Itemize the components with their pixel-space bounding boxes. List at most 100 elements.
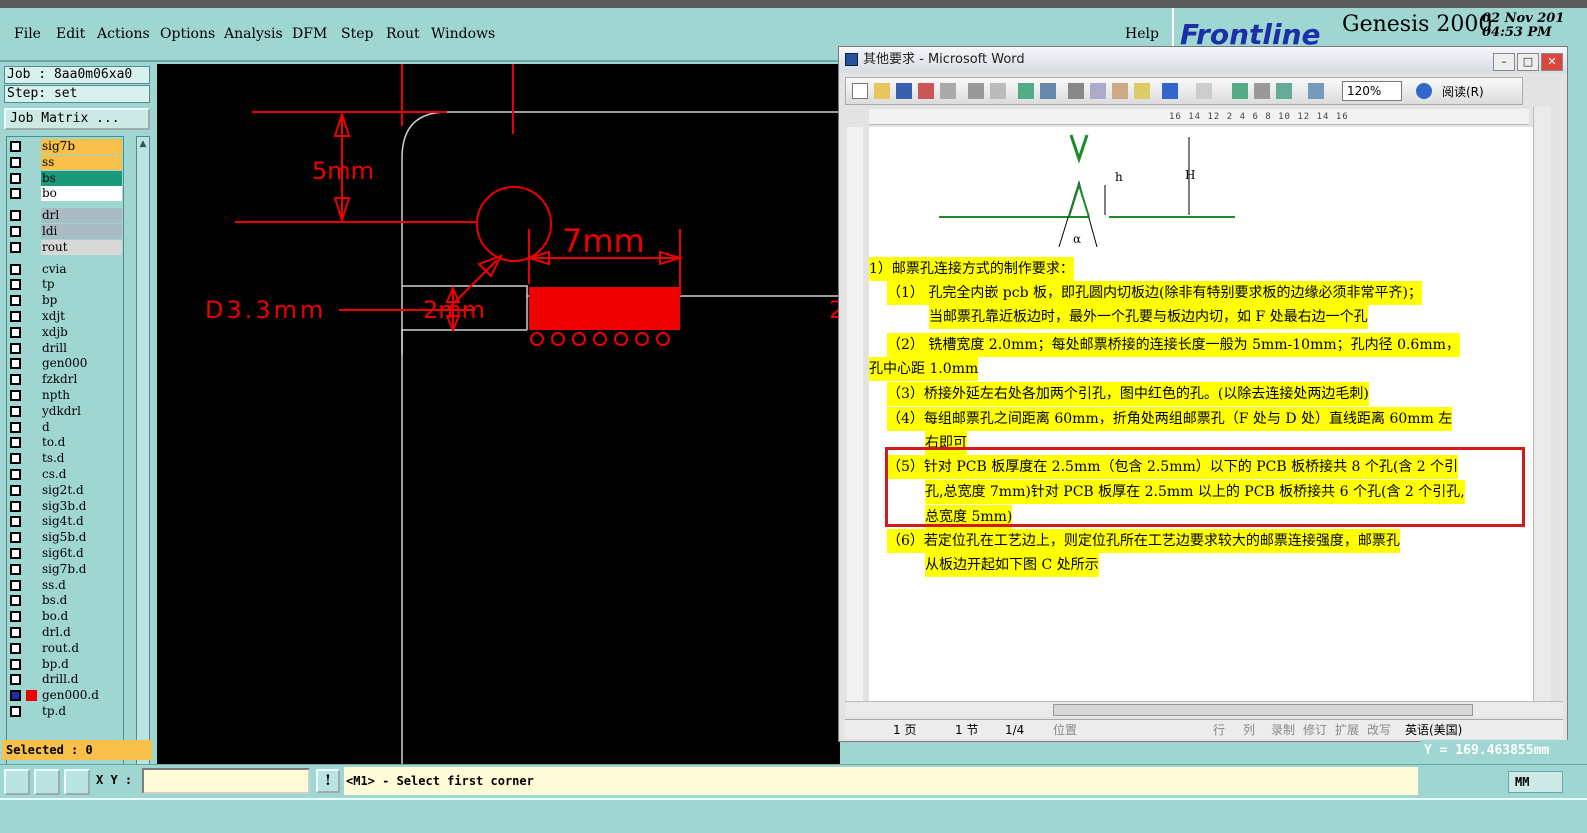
layer-row[interactable]: cvia [7, 261, 123, 277]
layer-checkbox[interactable] [10, 484, 21, 496]
layer-name[interactable]: sig7b.d [41, 561, 122, 577]
menu-analysis[interactable]: Analysis [224, 26, 283, 42]
menu-dfm[interactable]: DFM [292, 26, 327, 42]
layer-row[interactable]: sig5b.d [7, 530, 123, 546]
layer-checkbox[interactable] [10, 241, 21, 253]
layer-name[interactable]: cvia [41, 261, 122, 277]
layer-name[interactable]: ts.d [41, 451, 122, 467]
layer-scrollbar[interactable]: ▲ ▼ [136, 136, 150, 802]
layer-row[interactable]: drill [7, 340, 123, 356]
grid-icon[interactable] [64, 769, 90, 795]
layer-name[interactable]: xdjb [41, 324, 122, 340]
copy-icon[interactable] [1090, 83, 1106, 99]
permission-icon[interactable] [918, 83, 934, 99]
layer-checkbox[interactable] [10, 295, 21, 307]
layer-checkbox[interactable] [10, 374, 21, 386]
layer-checkbox[interactable] [10, 563, 21, 575]
minimize-icon[interactable]: – [1493, 53, 1515, 71]
layer-name[interactable]: drill [41, 340, 122, 356]
layer-row[interactable]: ts.d [7, 451, 123, 467]
graphic-canvas[interactable]: 5mm 7mm D3.3mm 2mm 2 [157, 64, 840, 764]
layer-checkbox[interactable] [10, 690, 21, 702]
alert-icon[interactable]: ! [316, 769, 340, 793]
layer-name[interactable]: npth [41, 388, 122, 403]
layer-row[interactable]: drl.d [7, 625, 123, 640]
layer-row[interactable]: ldi [7, 224, 123, 239]
layer-row[interactable]: drl [7, 208, 123, 224]
layer-checkbox[interactable] [10, 326, 21, 338]
layer-row[interactable]: rout.d [7, 640, 123, 656]
layer-checkbox[interactable] [10, 706, 21, 717]
layer-row[interactable]: ydkdrl [7, 403, 123, 419]
layer-name[interactable]: sig5b.d [41, 530, 122, 546]
layer-checkbox[interactable] [10, 532, 21, 544]
layer-name[interactable]: to.d [41, 435, 122, 451]
layer-name[interactable]: drill.d [41, 672, 122, 688]
layer-name[interactable]: ydkdrl [41, 403, 122, 419]
layer-row[interactable]: bs [7, 170, 123, 186]
menu-edit[interactable]: Edit [56, 26, 85, 42]
layer-row[interactable]: sig3b.d [7, 498, 123, 514]
layer-checkbox[interactable] [10, 188, 21, 200]
layer-row[interactable]: to.d [7, 435, 123, 451]
layer-name[interactable]: sig7b [41, 139, 122, 154]
layer-name[interactable]: tp.d [41, 704, 122, 719]
layer-checkbox[interactable] [10, 156, 21, 168]
email-icon[interactable] [940, 83, 956, 99]
layer-name[interactable]: bo.d [41, 609, 122, 625]
layer-row[interactable]: sig7b [7, 139, 123, 154]
save-icon[interactable] [896, 83, 912, 99]
cut-icon[interactable] [1068, 83, 1084, 99]
layer-name[interactable]: drl.d [41, 625, 122, 640]
status-rec[interactable]: 录制 [1271, 720, 1295, 740]
layer-name[interactable]: gen000 [41, 356, 122, 372]
paste-icon[interactable] [1112, 83, 1128, 99]
layer-checkbox[interactable] [10, 579, 21, 591]
layer-checkbox[interactable] [10, 358, 21, 370]
menu-rout[interactable]: Rout [386, 26, 420, 42]
layer-checkbox[interactable] [10, 611, 21, 623]
maximize-icon[interactable]: □ [1517, 53, 1539, 71]
word-vertical-scrollbar[interactable] [1533, 107, 1551, 701]
layer-row[interactable]: rout [7, 239, 123, 255]
hyperlink-icon[interactable] [1232, 83, 1248, 99]
layer-checkbox[interactable] [10, 421, 21, 433]
redo-icon[interactable] [1196, 83, 1212, 99]
layer-checkbox[interactable] [10, 279, 21, 291]
layer-checkbox[interactable] [10, 642, 21, 654]
layer-name[interactable]: ss.d [41, 577, 122, 593]
layer-row[interactable]: npth [7, 388, 123, 403]
print-preview-icon[interactable] [990, 83, 1006, 99]
measure-icon[interactable] [34, 769, 60, 795]
layer-name[interactable]: ss [41, 154, 122, 170]
read-mode-button[interactable]: 阅读(R) [1442, 82, 1484, 102]
layer-row[interactable]: cs.d [7, 467, 123, 482]
layer-row[interactable]: xdjt [7, 309, 123, 324]
scroll-thumb[interactable] [1053, 704, 1473, 716]
document-page[interactable]: h H α 1）邮票孔连接方式的制作要求： （1） 孔完全内嵌 pcb 板，即孔… [869, 127, 1551, 705]
layer-checkbox[interactable] [10, 674, 21, 686]
layer-row[interactable]: sig7b.d [7, 561, 123, 577]
menu-step[interactable]: Step [341, 26, 373, 42]
document-map-icon[interactable] [1308, 83, 1324, 99]
layer-checkbox[interactable] [10, 226, 21, 237]
layer-name[interactable]: bp [41, 293, 122, 309]
spelling-icon[interactable] [1018, 83, 1034, 99]
zoom-select[interactable]: 120% [1342, 81, 1402, 101]
layer-name[interactable]: drl [41, 208, 122, 224]
status-ovr[interactable]: 改写 [1367, 720, 1391, 740]
layer-name[interactable]: bs.d [41, 593, 122, 609]
layer-checkbox[interactable] [10, 390, 21, 401]
layer-name[interactable]: cs.d [41, 467, 122, 482]
format-painter-icon[interactable] [1134, 83, 1150, 99]
layer-name[interactable]: bo [41, 186, 122, 202]
menu-options[interactable]: Options [160, 26, 215, 42]
layer-checkbox[interactable] [10, 516, 21, 528]
layer-name[interactable]: sig6t.d [41, 546, 122, 561]
layer-checkbox[interactable] [10, 548, 21, 559]
layer-name[interactable]: rout.d [41, 640, 122, 656]
layer-row[interactable]: sig2t.d [7, 482, 123, 498]
layer-name[interactable]: tp [41, 277, 122, 293]
layer-name[interactable]: xdjt [41, 309, 122, 324]
layer-checkbox[interactable] [10, 263, 21, 275]
